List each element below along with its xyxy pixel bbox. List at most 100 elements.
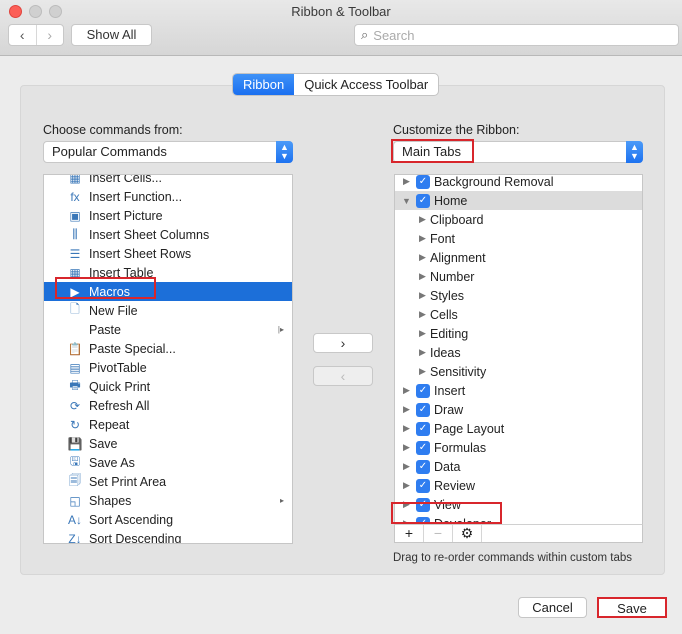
command-label: Quick Print — [89, 379, 151, 394]
command-item[interactable]: ▶ Macros — [44, 282, 292, 301]
gear-icon[interactable]: ⚙ — [453, 525, 482, 542]
tab-checkbox[interactable]: ✓ — [416, 459, 430, 474]
disclosure-collapsed-icon[interactable]: ▶ — [417, 347, 428, 358]
tab-checkbox[interactable]: ✓ — [416, 478, 430, 493]
ribbon-group-item[interactable]: ▶ Cells — [395, 305, 642, 324]
ribbon-tab-item[interactable]: ▶ ✓ Background Removal — [395, 175, 642, 191]
save-button[interactable]: Save — [597, 597, 667, 618]
command-label: Save — [89, 436, 118, 451]
command-item[interactable]: 🖫 Save As — [44, 453, 292, 472]
command-item[interactable]: ▤ PivotTable — [44, 358, 292, 377]
command-item[interactable]: ▣ Insert Picture — [44, 206, 292, 225]
command-item[interactable]: 🗐 Set Print Area — [44, 472, 292, 491]
disclosure-collapsed-icon[interactable]: ▶ — [417, 252, 428, 263]
disclosure-collapsed-icon[interactable]: ▶ — [401, 423, 412, 434]
disclosure-collapsed-icon[interactable]: ▶ — [417, 366, 428, 377]
back-button[interactable]: ‹ — [9, 25, 36, 45]
remove-command-button[interactable]: ‹ — [313, 366, 373, 386]
ribbon-group-item[interactable]: ▶ Sensitivity — [395, 362, 642, 381]
ribbon-tree-toolbar: + − ⚙ — [394, 524, 643, 543]
command-item[interactable]: 🗋 New File — [44, 301, 292, 320]
pivot-table-icon: ▤ — [69, 360, 81, 375]
command-item[interactable]: ▦ Insert Table — [44, 263, 292, 282]
ribbon-tab-item[interactable]: ▶ ✓ Page Layout — [395, 419, 642, 438]
command-label: Paste Special... — [89, 341, 176, 356]
disclosure-collapsed-icon[interactable]: ▶ — [401, 404, 412, 415]
command-item[interactable]: Z↓ Sort Descending — [44, 529, 292, 544]
command-item[interactable]: ⟳ Refresh All — [44, 396, 292, 415]
tab-checkbox[interactable]: ✓ — [416, 175, 430, 189]
add-tab-button[interactable]: + — [395, 525, 424, 542]
cancel-button[interactable]: Cancel — [518, 597, 587, 618]
search-input[interactable]: ⌕ Search — [354, 24, 679, 46]
command-item[interactable]: 📋 Paste Special... — [44, 339, 292, 358]
tab-checkbox[interactable]: ✓ — [416, 402, 430, 417]
tab-switcher: Ribbon Quick Access Toolbar — [232, 73, 440, 96]
command-item[interactable]: ↻ Repeat — [44, 415, 292, 434]
disclosure-collapsed-icon[interactable]: ▶ — [417, 214, 428, 225]
ribbon-group-item[interactable]: ▶ Font — [395, 229, 642, 248]
submenu-arrow-icon[interactable]: |▸ — [278, 325, 284, 334]
ribbon-tree[interactable]: ▶ ✓ Background Removal ▼ ✓ Home ▶ Clipboard ▶ Fon… — [394, 174, 643, 525]
function-icon: fx — [70, 189, 80, 204]
forward-button[interactable]: › — [35, 25, 64, 45]
tab-checkbox[interactable]: ✓ — [416, 383, 430, 398]
command-label: New File — [89, 303, 138, 318]
ribbon-group-item[interactable]: ▶ Editing — [395, 324, 642, 343]
commands-list[interactable]: ▦ Insert Cells... fx Insert Function... ▣ Ins… — [43, 174, 293, 544]
ribbon-tab-item[interactable]: ▶ ✓ View — [395, 495, 642, 514]
ribbon-tab-item[interactable]: ▶ ✓ Review — [395, 476, 642, 495]
tab-checkbox[interactable]: ✓ — [416, 497, 430, 512]
disclosure-collapsed-icon[interactable]: ▶ — [417, 271, 428, 282]
tab-checkbox[interactable]: ✓ — [416, 440, 430, 455]
sort-ascending-icon: A↓ — [67, 512, 82, 527]
ribbon-group-item[interactable]: ▶ Number — [395, 267, 642, 286]
commands-source-select[interactable]: Popular Commands ▲ ▼ — [43, 141, 293, 163]
disclosure-collapsed-icon[interactable]: ▶ — [401, 499, 412, 510]
ribbon-tabs-select[interactable]: Main Tabs ▲ ▼ — [393, 141, 643, 163]
save-icon: 💾 — [67, 436, 83, 451]
tab-checkbox[interactable]: ✓ — [416, 421, 430, 436]
command-item[interactable]: ⫼ Insert Sheet Columns — [44, 225, 292, 244]
add-command-button[interactable]: › — [313, 333, 373, 353]
command-item[interactable]: ☰ Insert Sheet Rows — [44, 244, 292, 263]
ribbon-tab-item[interactable]: ▼ ✓ Home — [395, 191, 642, 210]
submenu-arrow-icon[interactable]: ▸ — [280, 496, 284, 505]
ribbon-tab-item[interactable]: ▶ ✓ Data — [395, 457, 642, 476]
ribbon-group-item[interactable]: ▶ Clipboard — [395, 210, 642, 229]
title-bar: Ribbon & Toolbar ‹ › Show All ⌕ Search — [0, 0, 682, 56]
disclosure-expanded-icon[interactable]: ▼ — [401, 196, 412, 206]
ribbon-group-item[interactable]: ▶ Alignment — [395, 248, 642, 267]
tab-checkbox[interactable]: ✓ — [416, 193, 430, 208]
command-item[interactable]: ◱ Shapes ▸ — [44, 491, 292, 510]
disclosure-collapsed-icon[interactable]: ▶ — [401, 176, 412, 187]
command-item[interactable]: Paste |▸ — [44, 320, 292, 339]
ribbon-tab-item[interactable]: ▶ ✓ Formulas — [395, 438, 642, 457]
tab-quick-access-toolbar[interactable]: Quick Access Toolbar — [294, 74, 438, 95]
disclosure-collapsed-icon[interactable]: ▶ — [401, 480, 412, 491]
command-label: Insert Sheet Rows — [89, 246, 192, 261]
show-all-button[interactable]: Show All — [71, 24, 152, 46]
command-item[interactable]: fx Insert Function... — [44, 187, 292, 206]
insert-cells-icon: ▦ — [69, 174, 81, 185]
command-label: Save As — [89, 455, 135, 470]
ribbon-tab-item[interactable]: ▶ ✓ Insert — [395, 381, 642, 400]
ribbon-tab-item[interactable]: ▶ ✓ Draw — [395, 400, 642, 419]
disclosure-collapsed-icon[interactable]: ▶ — [401, 461, 412, 472]
command-item[interactable]: A↓ Sort Ascending — [44, 510, 292, 529]
tab-ribbon[interactable]: Ribbon — [233, 74, 295, 95]
disclosure-collapsed-icon[interactable]: ▶ — [417, 309, 428, 320]
disclosure-collapsed-icon[interactable]: ▶ — [417, 328, 428, 339]
command-item[interactable]: 💾 Save — [44, 434, 292, 453]
ribbon-group-item[interactable]: ▶ Ideas — [395, 343, 642, 362]
tree-item-label: Sensitivity — [430, 364, 487, 379]
disclosure-collapsed-icon[interactable]: ▶ — [401, 442, 412, 453]
disclosure-collapsed-icon[interactable]: ▶ — [401, 385, 412, 396]
command-item[interactable]: 🖶 Quick Print — [44, 377, 292, 396]
disclosure-collapsed-icon[interactable]: ▶ — [417, 233, 428, 244]
disclosure-collapsed-icon[interactable]: ▶ — [417, 290, 428, 301]
ribbon-group-item[interactable]: ▶ Styles — [395, 286, 642, 305]
command-label: Insert Cells... — [89, 174, 162, 185]
command-item[interactable]: ▦ Insert Cells... — [44, 174, 292, 187]
remove-tab-button[interactable]: − — [424, 525, 453, 542]
